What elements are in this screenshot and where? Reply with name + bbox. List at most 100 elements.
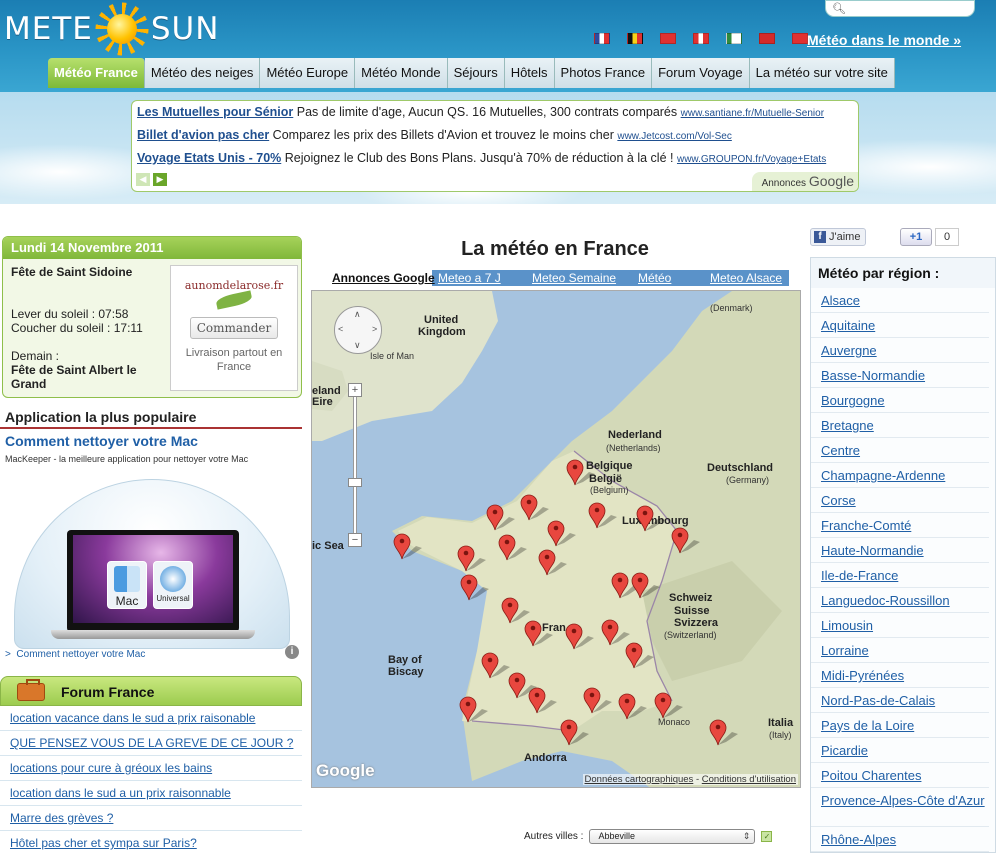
forum-link[interactable]: location vacance dans le sud a prix rais… [0, 706, 302, 731]
region-heading: Météo par région : [811, 258, 995, 288]
region-link-midi-pyrenees[interactable]: Midi-Pyrénées [811, 663, 989, 688]
region-link-haute-normandie[interactable]: Haute-Normandie [811, 538, 989, 563]
map-label: Kingdom [418, 326, 466, 338]
map-tab-meteo-semaine[interactable]: Meteo Semaine [526, 270, 632, 286]
region-link-basse-normandie[interactable]: Basse-Normandie [811, 363, 989, 388]
pan-left-icon[interactable]: < [338, 324, 343, 334]
rose-ad[interactable]: aunomdelarose.fr Commander Livraison par… [170, 265, 298, 391]
logo-text-right: SUN [150, 11, 220, 47]
ad-next-icon[interactable]: ▶ [153, 173, 167, 186]
forum-link[interactable]: locations pour cure à gréoux les bains [0, 756, 302, 781]
tomorrow-saint: Fête de Saint Albert le Grand [11, 363, 137, 391]
region-link-corse[interactable]: Corse [811, 488, 989, 513]
region-link-pays-de-la-loire[interactable]: Pays de la Loire [811, 713, 989, 738]
region-link-alsace[interactable]: Alsace [811, 288, 989, 313]
ad-url-link[interactable]: www.santiane.fr/Mutuelle-Senior [681, 108, 824, 119]
region-link-picardie[interactable]: Picardie [811, 738, 989, 763]
ad-title-link[interactable]: Les Mutuelles pour Sénior [137, 105, 293, 119]
zoom-control: + − [348, 383, 362, 547]
region-link-bretagne[interactable]: Bretagne [811, 413, 989, 438]
terms-link[interactable]: Conditions d'utilisation [702, 774, 796, 785]
region-link-champagne-ardenne[interactable]: Champagne-Ardenne [811, 463, 989, 488]
forum-link[interactable]: location dans le sud a un prix raisonnab… [0, 781, 302, 806]
ad-title-link[interactable]: Billet d'avion pas cher [137, 128, 269, 142]
nav-tab-meteo-france[interactable]: Météo France [48, 58, 145, 88]
logo-text-left: METE [4, 11, 93, 47]
region-link-languedoc-roussillon[interactable]: Languedoc-Roussillon [811, 588, 989, 613]
switzerland-flag-icon[interactable] [660, 33, 676, 44]
map-tab-annonces-google[interactable]: Annonces Google [326, 270, 435, 286]
forum-link[interactable]: Hôtel pas cher et sympa sur Paris? [0, 831, 302, 853]
ad-url-link[interactable]: www.GROUPON.fr/Voyage+Etats [677, 154, 826, 165]
popular-app-box: Application la plus populaire Comment ne… [0, 409, 302, 663]
canada-flag-icon[interactable] [693, 33, 709, 44]
nav-tab-meteo-europe[interactable]: Météo Europe [260, 58, 356, 88]
app-link[interactable]: > Comment nettoyer votre Mac [5, 649, 145, 660]
pan-right-icon[interactable]: > [372, 324, 377, 334]
google-map-logo[interactable]: Google [316, 761, 375, 781]
pan-down-icon[interactable]: ∨ [354, 340, 361, 351]
forum-link[interactable]: QUE PENSEZ VOUS DE LA GREVE DE CE JOUR ? [0, 731, 302, 756]
map-tab-meteo-a-7-j[interactable]: Meteo a 7 J [432, 270, 526, 286]
map-label: Bay of [388, 654, 422, 666]
site-logo[interactable]: METE SUN [4, 2, 220, 56]
facebook-like-button[interactable]: f J'aime [810, 228, 867, 246]
region-link-rhone-alpes[interactable]: Rhône-Alpes [811, 827, 989, 852]
ad-title-link[interactable]: Voyage Etats Unis - 70% [137, 151, 281, 165]
belgium-flag-icon[interactable] [627, 33, 643, 44]
region-link-franche-comte[interactable]: Franche-Comté [811, 513, 989, 538]
other-cities: Autres villes : Abbeville ✓ [524, 829, 773, 844]
search-input[interactable]: 🔍︎ [825, 0, 975, 17]
zoom-out-button[interactable]: − [348, 533, 362, 547]
pan-up-icon[interactable]: ∧ [354, 309, 361, 320]
map-label: (Netherlands) [606, 443, 661, 453]
pan-control[interactable]: ∧ ∨ < > [334, 306, 382, 354]
world-weather-link[interactable]: Météo dans le monde » [807, 32, 961, 48]
popular-app-desc: MacKeeper - la meilleure application pou… [5, 454, 249, 464]
app-bubble-image[interactable]: Mac Universal [14, 479, 290, 649]
france-map[interactable]: United Kingdom (Denmark) Isle of Man eland Ei… [311, 290, 801, 788]
zoom-slider-thumb[interactable] [348, 478, 362, 487]
google-plus-one-button[interactable]: +1 [900, 228, 932, 246]
ad-prev-icon[interactable]: ◀ [136, 173, 150, 186]
order-button[interactable]: Commander [190, 317, 278, 339]
region-link-ile-de-france[interactable]: Ile-de-France [811, 563, 989, 588]
forum-link[interactable]: Marre des grèves ? [0, 806, 302, 831]
nav-tab-la-meteo-sur-votre-site[interactable]: La météo sur votre site [749, 58, 895, 88]
region-link-nord-pas-de-calais[interactable]: Nord-Pas-de-Calais [811, 688, 989, 713]
nav-tab-forum-voyage[interactable]: Forum Voyage [652, 58, 750, 88]
nav-tab-meteo-monde[interactable]: Météo Monde [355, 58, 448, 88]
tunisia-flag-icon[interactable] [792, 33, 808, 44]
go-check-icon[interactable]: ✓ [761, 831, 773, 842]
region-link-auvergne[interactable]: Auvergne [811, 338, 989, 363]
region-link-provence-alpes-cote-d-azur[interactable]: Provence-Alpes-Côte d'Azur [811, 788, 989, 827]
map-data-link[interactable]: Données cartographiques [585, 774, 694, 785]
nav-tab-photos-france[interactable]: Photos France [554, 58, 653, 88]
nav-tab-sejours[interactable]: Séjours [447, 58, 505, 88]
info-icon[interactable]: i [285, 645, 299, 659]
map-tab-meteo[interactable]: Météo [632, 270, 704, 286]
zoom-in-button[interactable]: + [348, 383, 362, 397]
region-link-limousin[interactable]: Limousin [811, 613, 989, 638]
nav-tab-hotels[interactable]: Hôtels [504, 58, 555, 88]
sunset-time: Coucher du soleil : 17:11 [11, 321, 143, 335]
zoom-track[interactable] [353, 395, 357, 535]
ad-url-link[interactable]: www.Jetcost.com/Vol-Sec [617, 131, 731, 142]
ad-text: Comparez les prix des Billets d'Avion et… [272, 128, 614, 142]
map-svg: UnitedKingdom(Denmark)Isle of ManelandEi… [312, 291, 800, 787]
region-link-bourgogne[interactable]: Bourgogne [811, 388, 989, 413]
region-link-lorraine[interactable]: Lorraine [811, 638, 989, 663]
popular-app-title[interactable]: Comment nettoyer votre Mac [0, 433, 302, 449]
city-select[interactable]: Abbeville [589, 829, 756, 844]
ads-by-google[interactable]: Annonces Google [751, 172, 858, 191]
region-link-centre[interactable]: Centre [811, 438, 989, 463]
map-tab-meteo-alsace[interactable]: Meteo Alsace [704, 270, 789, 286]
map-label: (Germany) [726, 475, 769, 485]
region-link-poitou-charentes[interactable]: Poitou Charentes [811, 763, 989, 788]
algeria-flag-icon[interactable] [726, 33, 742, 44]
region-link-aquitaine[interactable]: Aquitaine [811, 313, 989, 338]
france-flag-icon[interactable] [594, 33, 610, 44]
morocco-flag-icon[interactable] [759, 33, 775, 44]
nav-tab-meteo-des-neiges[interactable]: Météo des neiges [144, 58, 261, 88]
map-label: Schweiz [669, 592, 713, 604]
